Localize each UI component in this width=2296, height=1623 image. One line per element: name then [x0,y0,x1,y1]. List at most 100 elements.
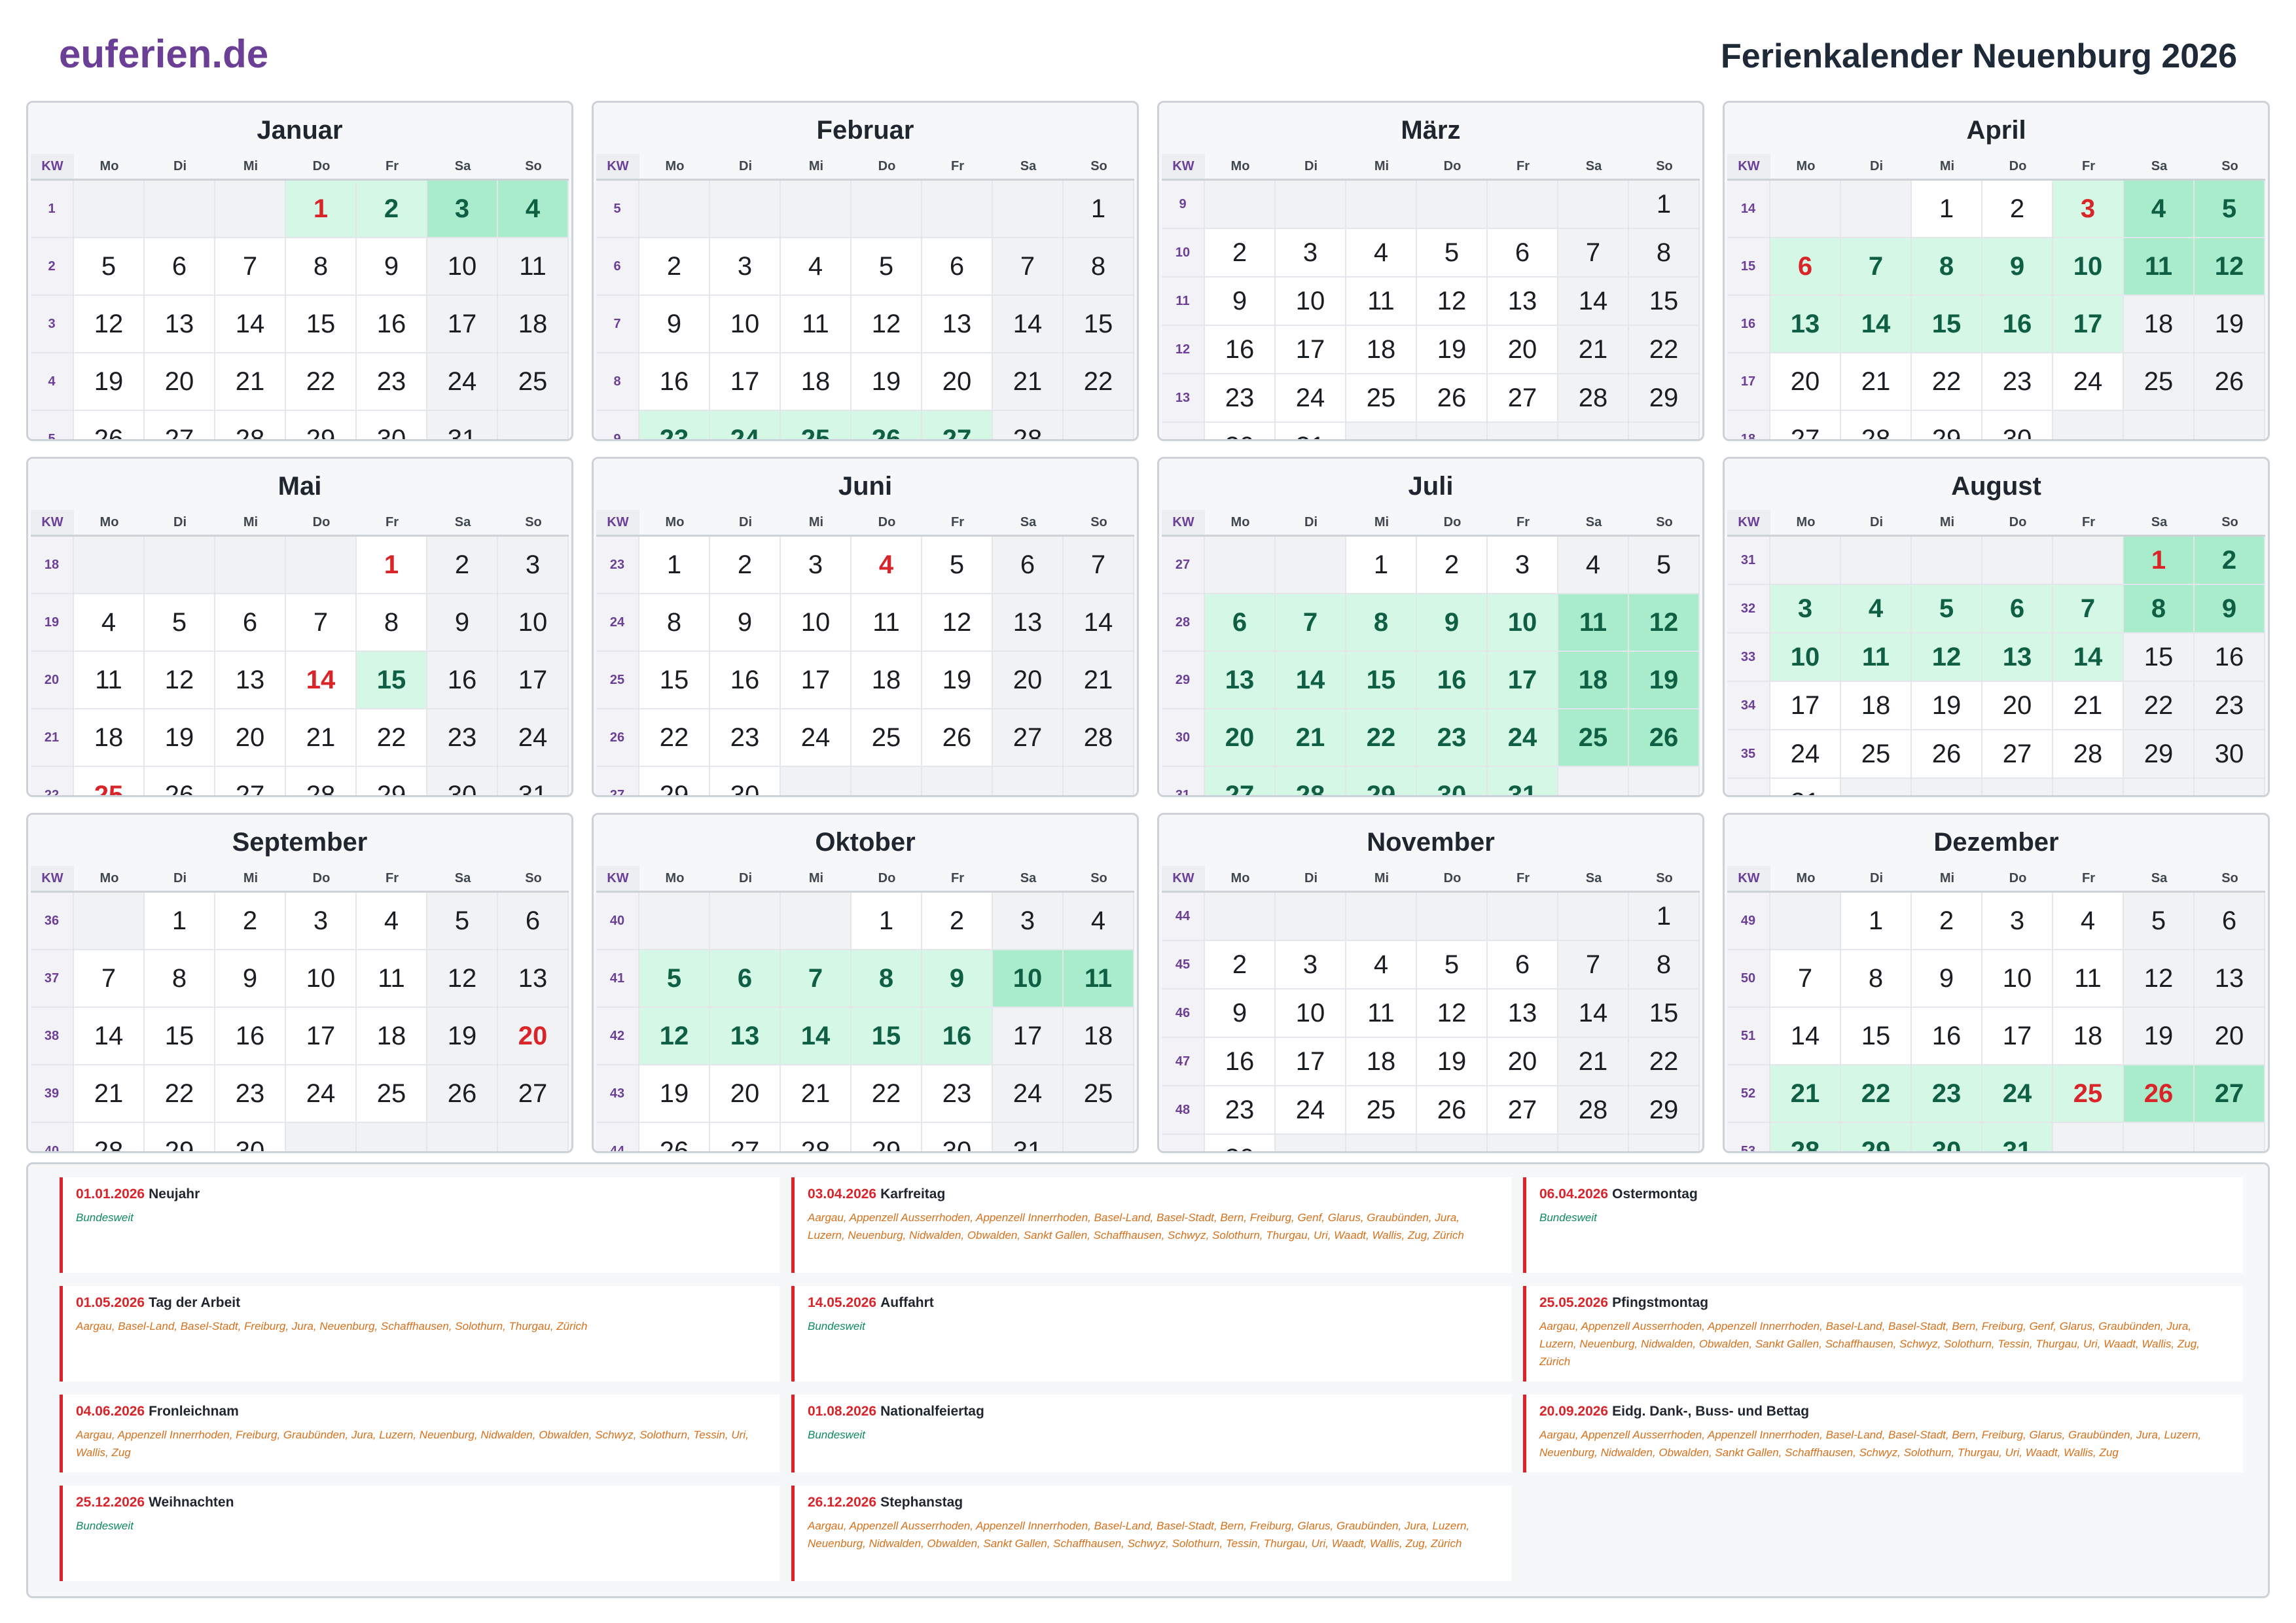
day-cell[interactable]: 15 [1841,1008,1912,1064]
day-cell[interactable]: 29 [145,1123,215,1151]
day-cell[interactable]: 16 [427,652,498,708]
day-cell[interactable]: 28 [215,411,286,439]
day-cell[interactable]: 1 [145,893,215,949]
day-cell[interactable]: 2 [1205,941,1276,988]
day-cell[interactable]: 1 [1629,181,1700,228]
vacation-day-cell[interactable]: 21 [1276,709,1346,766]
day-cell[interactable]: 20 [1770,353,1841,410]
day-cell[interactable]: 20 [710,1065,781,1122]
day-cell[interactable]: 18 [852,652,922,708]
vacation-day-cell[interactable]: 15 [357,652,427,708]
day-cell[interactable]: 9 [427,594,498,651]
vacation-day-cell[interactable]: 18 [1558,652,1629,708]
holiday-day-cell[interactable]: 4 [852,537,922,593]
day-cell[interactable]: 19 [74,353,145,410]
day-cell[interactable]: 13 [922,296,993,352]
day-cell[interactable]: 5 [852,238,922,294]
day-cell[interactable]: 19 [1417,326,1488,373]
day-cell[interactable]: 18 [781,353,852,410]
day-cell[interactable]: 28 [74,1123,145,1151]
day-cell[interactable]: 5 [2124,893,2195,949]
day-cell[interactable]: 6 [1488,941,1558,988]
vacation-day-cell[interactable]: 14 [1841,296,1912,352]
day-cell[interactable]: 18 [74,709,145,766]
day-cell[interactable]: 15 [286,296,357,352]
day-cell[interactable]: 9 [1205,990,1276,1037]
day-cell[interactable]: 18 [1346,1038,1417,1085]
day-cell[interactable]: 26 [1417,374,1488,421]
day-cell[interactable]: 27 [1982,730,2053,777]
day-cell[interactable]: 14 [993,296,1064,352]
vacation-day-cell[interactable]: 8 [852,950,922,1007]
day-cell[interactable]: 5 [1417,229,1488,276]
day-cell[interactable]: 27 [498,1065,569,1122]
day-cell[interactable]: 23 [922,1065,993,1122]
day-cell[interactable]: 4 [74,594,145,651]
day-cell[interactable]: 12 [1417,277,1488,325]
day-cell[interactable]: 5 [1417,941,1488,988]
day-cell[interactable]: 10 [1982,950,2053,1007]
vacation-day-cell[interactable]: 13 [1205,652,1276,708]
day-cell[interactable]: 17 [1982,1008,2053,1064]
day-cell[interactable]: 29 [1912,411,1982,439]
day-cell[interactable]: 8 [639,594,710,651]
day-cell[interactable]: 22 [145,1065,215,1122]
day-cell[interactable]: 21 [781,1065,852,1122]
day-cell[interactable]: 12 [922,594,993,651]
day-cell[interactable]: 23 [1982,353,2053,410]
day-cell[interactable]: 27 [1770,411,1841,439]
vacation-day-cell[interactable]: 9 [922,950,993,1007]
day-cell[interactable]: 12 [2124,950,2195,1007]
day-cell[interactable]: 29 [357,767,427,795]
day-cell[interactable]: 2 [1205,229,1276,276]
vacation-day-cell[interactable]: 24 [1488,709,1558,766]
vacation-day-cell[interactable]: 4 [2124,181,2195,237]
day-cell[interactable]: 4 [1558,537,1629,593]
day-cell[interactable]: 19 [427,1008,498,1064]
day-cell[interactable]: 10 [498,594,569,651]
day-cell[interactable]: 24 [993,1065,1064,1122]
day-cell[interactable]: 21 [74,1065,145,1122]
vacation-day-cell[interactable]: 7 [2053,585,2124,632]
day-cell[interactable]: 25 [852,709,922,766]
vacation-day-cell[interactable]: 24 [710,411,781,439]
day-cell[interactable]: 13 [1488,277,1558,325]
holiday-day-cell[interactable]: 6 [1770,238,1841,294]
day-cell[interactable]: 21 [286,709,357,766]
day-cell[interactable]: 24 [1770,730,1841,777]
vacation-day-cell[interactable]: 2 [2195,537,2265,584]
holiday-day-cell[interactable]: 26 [2124,1065,2195,1122]
day-cell[interactable]: 30 [1982,411,2053,439]
day-cell[interactable]: 24 [498,709,569,766]
day-cell[interactable]: 29 [1629,374,1700,421]
day-cell[interactable]: 1 [1064,181,1134,237]
vacation-day-cell[interactable]: 4 [1841,585,1912,632]
day-cell[interactable]: 11 [498,238,569,294]
vacation-day-cell[interactable]: 17 [1488,652,1558,708]
holiday-day-cell[interactable]: 14 [286,652,357,708]
holiday-day-cell[interactable]: 25 [2053,1065,2124,1122]
day-cell[interactable]: 8 [357,594,427,651]
holiday-day-cell[interactable]: 3 [2053,181,2124,237]
day-cell[interactable]: 18 [498,296,569,352]
vacation-day-cell[interactable]: 8 [1912,238,1982,294]
day-cell[interactable]: 11 [1346,990,1417,1037]
day-cell[interactable]: 7 [215,238,286,294]
day-cell[interactable]: 25 [1841,730,1912,777]
day-cell[interactable]: 23 [2195,682,2265,729]
site-logo[interactable]: euferien.de [59,31,268,77]
day-cell[interactable]: 22 [639,709,710,766]
day-cell[interactable]: 5 [145,594,215,651]
day-cell[interactable]: 17 [1276,1038,1346,1085]
day-cell[interactable]: 17 [781,652,852,708]
day-cell[interactable]: 31 [427,411,498,439]
day-cell[interactable]: 30 [2195,730,2265,777]
vacation-day-cell[interactable]: 15 [1912,296,1982,352]
day-cell[interactable]: 3 [781,537,852,593]
vacation-day-cell[interactable]: 5 [1912,585,1982,632]
day-cell[interactable]: 29 [639,767,710,795]
day-cell[interactable]: 26 [1417,1086,1488,1133]
vacation-day-cell[interactable]: 30 [1912,1123,1982,1151]
day-cell[interactable]: 15 [145,1008,215,1064]
day-cell[interactable]: 26 [145,767,215,795]
